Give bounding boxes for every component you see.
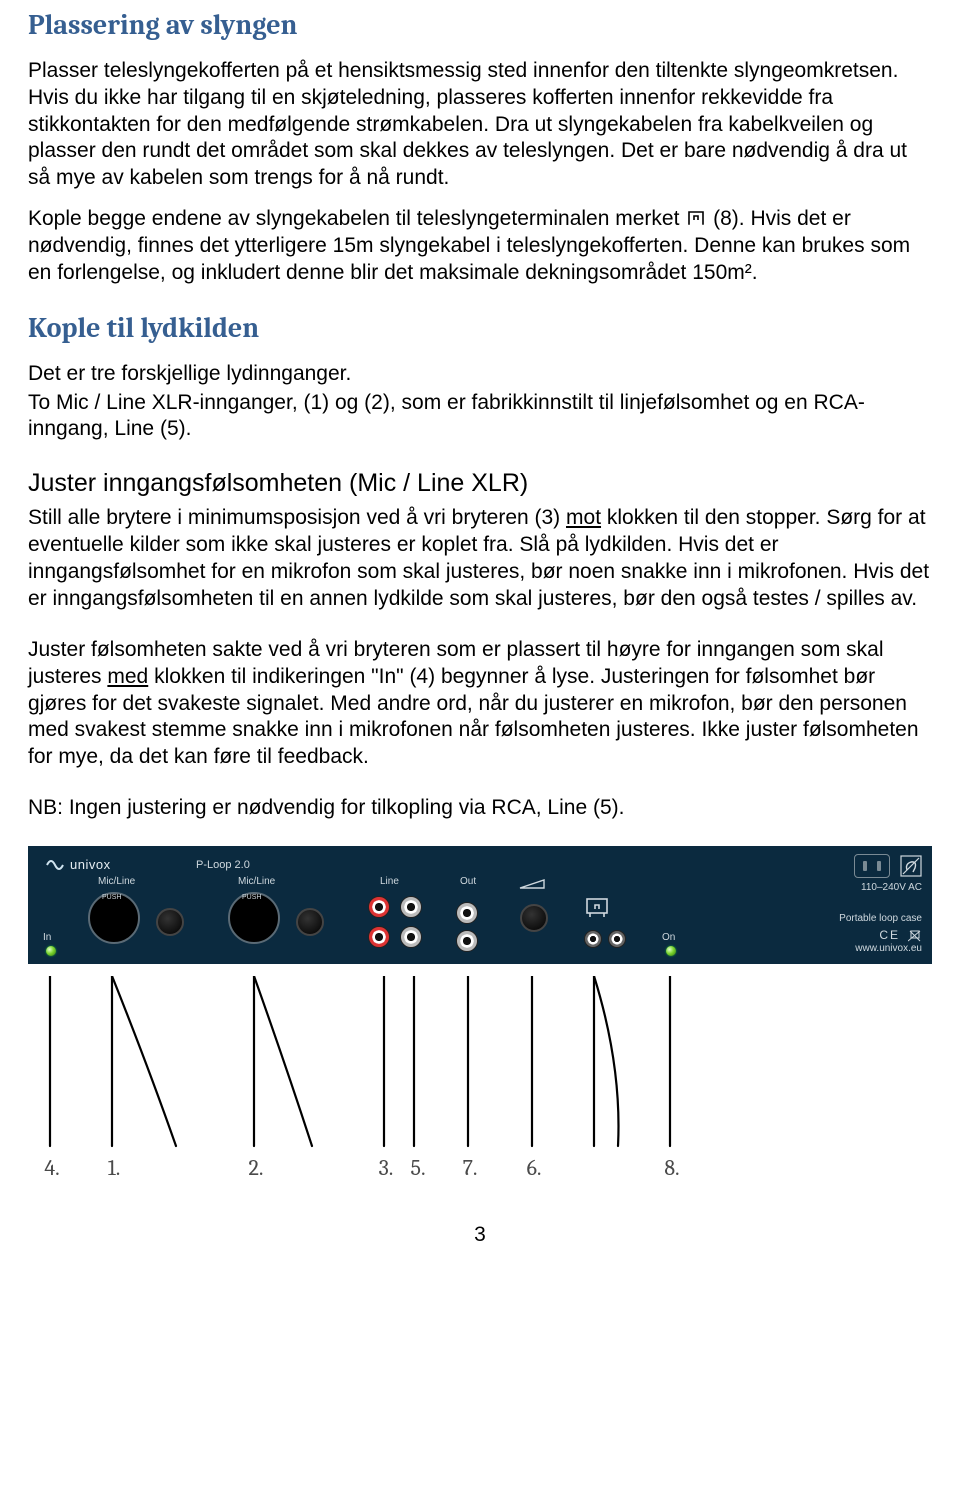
in-led-icon: [46, 946, 56, 956]
ref-number: 7.: [450, 1154, 490, 1182]
label-ac: 110–240V AC: [861, 882, 922, 895]
model-text: P-Loop 2.0: [196, 858, 250, 872]
ref-number: 6.: [514, 1154, 554, 1182]
volume-knob: [520, 904, 548, 932]
ce-mark-icon: CE: [879, 928, 900, 943]
loop-terminal-icon: [584, 896, 610, 922]
ref-number: 1.: [94, 1154, 134, 1182]
loop-terminal-icon: [685, 207, 707, 225]
label-in: In: [43, 932, 51, 945]
label-push: PUSH: [242, 894, 261, 903]
rca-out: [456, 930, 478, 952]
paragraph: Det er tre forskjellige lydinnganger.: [28, 361, 932, 388]
paragraph: Kople begge endene av slyngekabelen til …: [28, 206, 932, 287]
rca-line-white: [400, 896, 422, 918]
power-inlet-icon: [854, 854, 890, 878]
rca-out: [456, 902, 478, 924]
paragraph: To Mic / Line XLR-innganger, (1) og (2),…: [28, 390, 932, 444]
rca-line-white: [400, 926, 422, 948]
gain-knob-1: [156, 908, 184, 936]
heading-plassering: Plassering av slyngen: [28, 8, 932, 44]
weee-icon: [908, 929, 922, 943]
paragraph: Still alle brytere i minimumsposisjon ve…: [28, 505, 932, 613]
ref-number: 8.: [652, 1154, 692, 1182]
page-number: 3: [28, 1222, 932, 1249]
heading-kople: Kople til lydkilden: [28, 311, 932, 347]
on-led-icon: [666, 946, 676, 956]
ref-number: 4.: [32, 1154, 72, 1182]
ref-number: 5.: [398, 1154, 438, 1182]
hearing-loop-icon: [900, 855, 922, 877]
text: Still alle brytere i minimumsposisjon ve…: [28, 506, 566, 529]
document-page: Plassering av slyngen Plasser teleslynge…: [0, 0, 960, 1279]
gain-knob-2: [296, 908, 324, 936]
volume-ramp-icon: [518, 878, 546, 890]
diagram-wires: 4. 1. 2. 3. 5. 7. 6. 8.: [28, 976, 932, 1176]
brand-logo: univox: [46, 856, 111, 874]
loop-terminal-1: [584, 930, 602, 948]
underline: mot: [566, 506, 601, 529]
text: klokken til indikeringen "In" (4) begynn…: [28, 665, 919, 769]
rca-line-red: [368, 896, 390, 918]
paragraph: NB: Ingen justering er nødvendig for til…: [28, 795, 932, 822]
label-line: Line: [380, 876, 399, 889]
text: Kople begge endene av slyngekabelen til …: [28, 207, 685, 230]
underline: med: [107, 665, 148, 688]
panel-right: 110–240V AC Portable loop case CE www.un…: [692, 854, 922, 956]
subheading: Juster inngangsfølsomheten (Mic / Line X…: [28, 467, 932, 499]
paragraph: Plasser teleslyngekofferten på et hensik…: [28, 58, 932, 192]
rca-line-red: [368, 926, 390, 948]
brand-text: univox: [70, 857, 111, 874]
label-push: PUSH: [102, 894, 121, 903]
label-out: Out: [460, 876, 476, 889]
ref-number: 2.: [236, 1154, 276, 1182]
paragraph: Juster følsomheten sakte ved å vri bryte…: [28, 637, 932, 771]
device-diagram: univox P-Loop 2.0 Mic/Line PUSH Mic/Line…: [28, 846, 932, 1176]
label-on: On: [662, 932, 675, 945]
device-panel: univox P-Loop 2.0 Mic/Line PUSH Mic/Line…: [28, 846, 932, 964]
label-micline1: Mic/Line: [98, 876, 135, 889]
label-url: www.univox.eu: [855, 943, 922, 956]
label-case: Portable loop case: [839, 913, 922, 926]
loop-terminal-2: [608, 930, 626, 948]
label-micline2: Mic/Line: [238, 876, 275, 889]
